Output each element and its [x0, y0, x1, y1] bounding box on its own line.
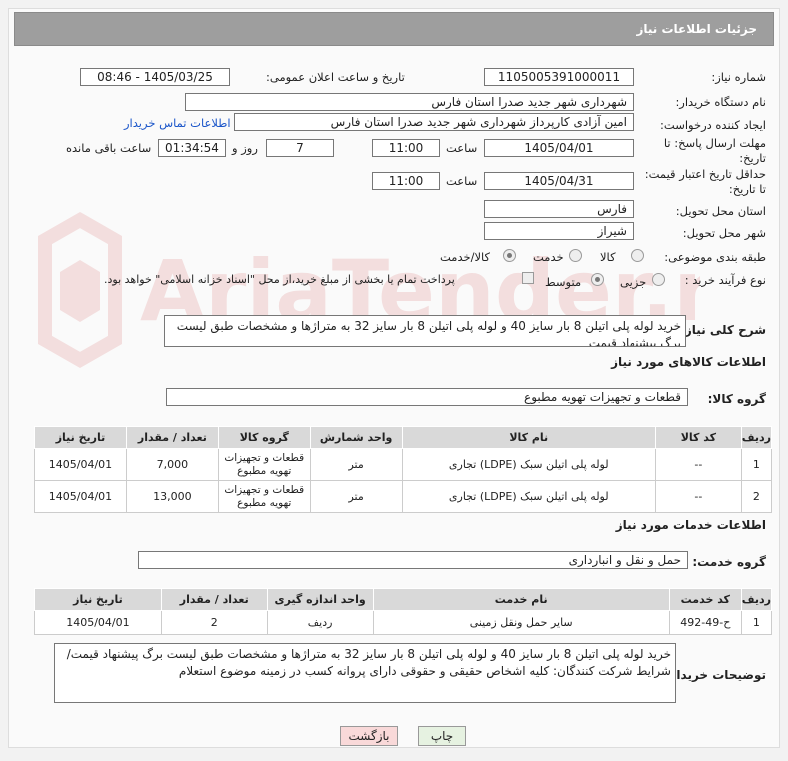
- deadline-date-field: 1405/04/01: [484, 139, 634, 157]
- col-qty: تعداد / مقدار: [125, 426, 219, 449]
- col-code: کد خدمت: [668, 588, 742, 611]
- cell-name: سایر حمل ونقل زمینی: [372, 610, 670, 635]
- goods-table: ردیف کد کالا نام کالا واحد شمارش گروه کا…: [34, 426, 773, 513]
- col-unit: واحد اندازه گیری: [266, 588, 374, 611]
- price-validity-time-field: 11:00: [372, 172, 440, 190]
- table-row: 2 -- لوله پلی اتیلن سبک (LDPE) تجاری متر…: [34, 480, 773, 513]
- col-name: نام کالا: [401, 426, 656, 449]
- buyer-contact-link[interactable]: اطلاعات تماس خریدار: [124, 116, 231, 130]
- cell-unit: ردیف: [266, 610, 374, 635]
- process-radio-medium[interactable]: [591, 273, 604, 286]
- col-group: گروه کالا: [217, 426, 311, 449]
- cell-code: --: [654, 448, 742, 481]
- buyer-notes-textarea[interactable]: خرید لوله پلی اتیلن 8 بار سایز 40 و لوله…: [54, 643, 676, 703]
- description-label: شرح کلی نیاز:: [680, 323, 766, 337]
- need-number-field: 1105005391000011: [484, 68, 634, 86]
- col-name: نام خدمت: [372, 588, 670, 611]
- process-radio-minor[interactable]: [652, 273, 665, 286]
- treasury-checkbox[interactable]: [522, 272, 534, 284]
- province-label: استان محل تحویل:: [675, 204, 766, 218]
- cell-unit: متر: [309, 448, 403, 481]
- description-textarea[interactable]: خرید لوله پلی اتیلن 8 بار سایز 40 و لوله…: [164, 315, 686, 347]
- price-validity-date-field: 1405/04/31: [484, 172, 634, 190]
- col-date: تاریخ نیاز: [34, 588, 162, 611]
- city-field: شیراز: [484, 222, 634, 240]
- page-header: جزئیات اطلاعات نیاز: [14, 12, 774, 46]
- process-option-minor: جزیی: [620, 275, 647, 289]
- cell-row: 1: [740, 448, 773, 481]
- remaining-label: ساعت باقی مانده: [66, 141, 152, 155]
- category-option-goods: کالا: [600, 250, 616, 264]
- deadline-time-field: 11:00: [372, 139, 440, 157]
- goods-group-label: گروه کالا:: [707, 392, 766, 406]
- announce-label: تاریخ و ساعت اعلان عمومی:: [266, 70, 405, 84]
- services-table: ردیف کد خدمت نام خدمت واحد اندازه گیری ت…: [34, 588, 773, 635]
- table-row: 1 -- لوله پلی اتیلن سبک (LDPE) تجاری متر…: [34, 448, 773, 481]
- creator-field: امین آزادی کارپرداز شهرداری شهر جدید صدر…: [234, 113, 634, 131]
- goods-table-header: ردیف کد کالا نام کالا واحد شمارش گروه کا…: [34, 426, 773, 449]
- remaining-time-field: 01:34:54: [158, 139, 226, 157]
- cell-row: 2: [740, 480, 773, 513]
- services-group-field: حمل و نقل و انبارداری: [138, 551, 688, 569]
- goods-group-field: قطعات و تجهیزات تهویه مطبوع: [166, 388, 688, 406]
- back-button[interactable]: بازگشت: [340, 726, 398, 746]
- price-validity-time-label: ساعت: [446, 174, 478, 188]
- price-validity-label: حداقل تاریخ اعتبار قیمت: تا تاریخ:: [644, 167, 766, 196]
- cell-name: لوله پلی اتیلن سبک (LDPE) تجاری: [401, 480, 656, 513]
- cell-date: 1405/04/01: [34, 610, 162, 635]
- services-group-label: گروه خدمت:: [692, 555, 766, 569]
- province-field: فارس: [484, 200, 634, 218]
- need-number-label: شماره نیاز:: [711, 70, 766, 84]
- col-qty: تعداد / مقدار: [160, 588, 268, 611]
- page-title: جزئیات اطلاعات نیاز: [636, 22, 757, 36]
- cell-unit: متر: [309, 480, 403, 513]
- services-table-header: ردیف کد خدمت نام خدمت واحد اندازه گیری ت…: [34, 588, 773, 611]
- buyer-org-field: شهرداری شهر جدید صدرا استان فارس: [185, 93, 634, 111]
- process-label: نوع فرآیند خرید :: [684, 273, 766, 287]
- cell-code: ح-49-492: [668, 610, 742, 635]
- category-option-goods-service: کالا/خدمت: [440, 250, 491, 264]
- cell-date: 1405/04/01: [34, 480, 127, 513]
- category-label: طبقه بندی موضوعی:: [664, 250, 766, 264]
- services-section-title: اطلاعات خدمات مورد نیاز: [615, 518, 766, 532]
- cell-qty: 13,000: [125, 480, 219, 513]
- creator-label: ایجاد کننده درخواست:: [660, 118, 766, 132]
- cell-group: قطعات و تجهیزات تهویه مطبوع: [217, 480, 311, 513]
- cell-qty: 2: [160, 610, 268, 635]
- buyer-notes-label: توضیحات خریدار:: [664, 668, 766, 682]
- category-radio-service[interactable]: [569, 249, 582, 262]
- announce-field: 1405/03/25 - 08:46: [80, 68, 230, 86]
- payment-note: پرداخت تمام یا بخشی از مبلغ خرید،از محل …: [104, 273, 455, 286]
- col-row: ردیف: [740, 426, 773, 449]
- col-date: تاریخ نیاز: [34, 426, 127, 449]
- cell-qty: 7,000: [125, 448, 219, 481]
- category-option-service: خدمت: [533, 250, 564, 264]
- col-row: ردیف: [740, 588, 773, 611]
- day-and-label: روز و: [232, 141, 258, 155]
- city-label: شهر محل تحویل:: [682, 226, 766, 240]
- goods-section-title: اطلاعات کالاهای مورد نیاز: [611, 355, 766, 369]
- category-radio-goods-service[interactable]: [503, 249, 516, 262]
- col-code: کد کالا: [654, 426, 742, 449]
- days-field: 7: [266, 139, 334, 157]
- cell-date: 1405/04/01: [34, 448, 127, 481]
- deadline-time-label: ساعت: [446, 141, 478, 155]
- cell-group: قطعات و تجهیزات تهویه مطبوع: [217, 448, 311, 481]
- category-radio-goods[interactable]: [631, 249, 644, 262]
- cell-code: --: [654, 480, 742, 513]
- print-button[interactable]: چاپ: [418, 726, 466, 746]
- cell-row: 1: [740, 610, 773, 635]
- table-row: 1 ح-49-492 سایر حمل ونقل زمینی ردیف 2 14…: [34, 610, 773, 635]
- process-option-medium: متوسط: [545, 275, 582, 289]
- cell-name: لوله پلی اتیلن سبک (LDPE) تجاری: [401, 448, 656, 481]
- buyer-org-label: نام دستگاه خریدار:: [675, 95, 766, 109]
- col-unit: واحد شمارش: [309, 426, 403, 449]
- deadline-label: مهلت ارسال پاسخ: تا تاریخ:: [663, 136, 766, 165]
